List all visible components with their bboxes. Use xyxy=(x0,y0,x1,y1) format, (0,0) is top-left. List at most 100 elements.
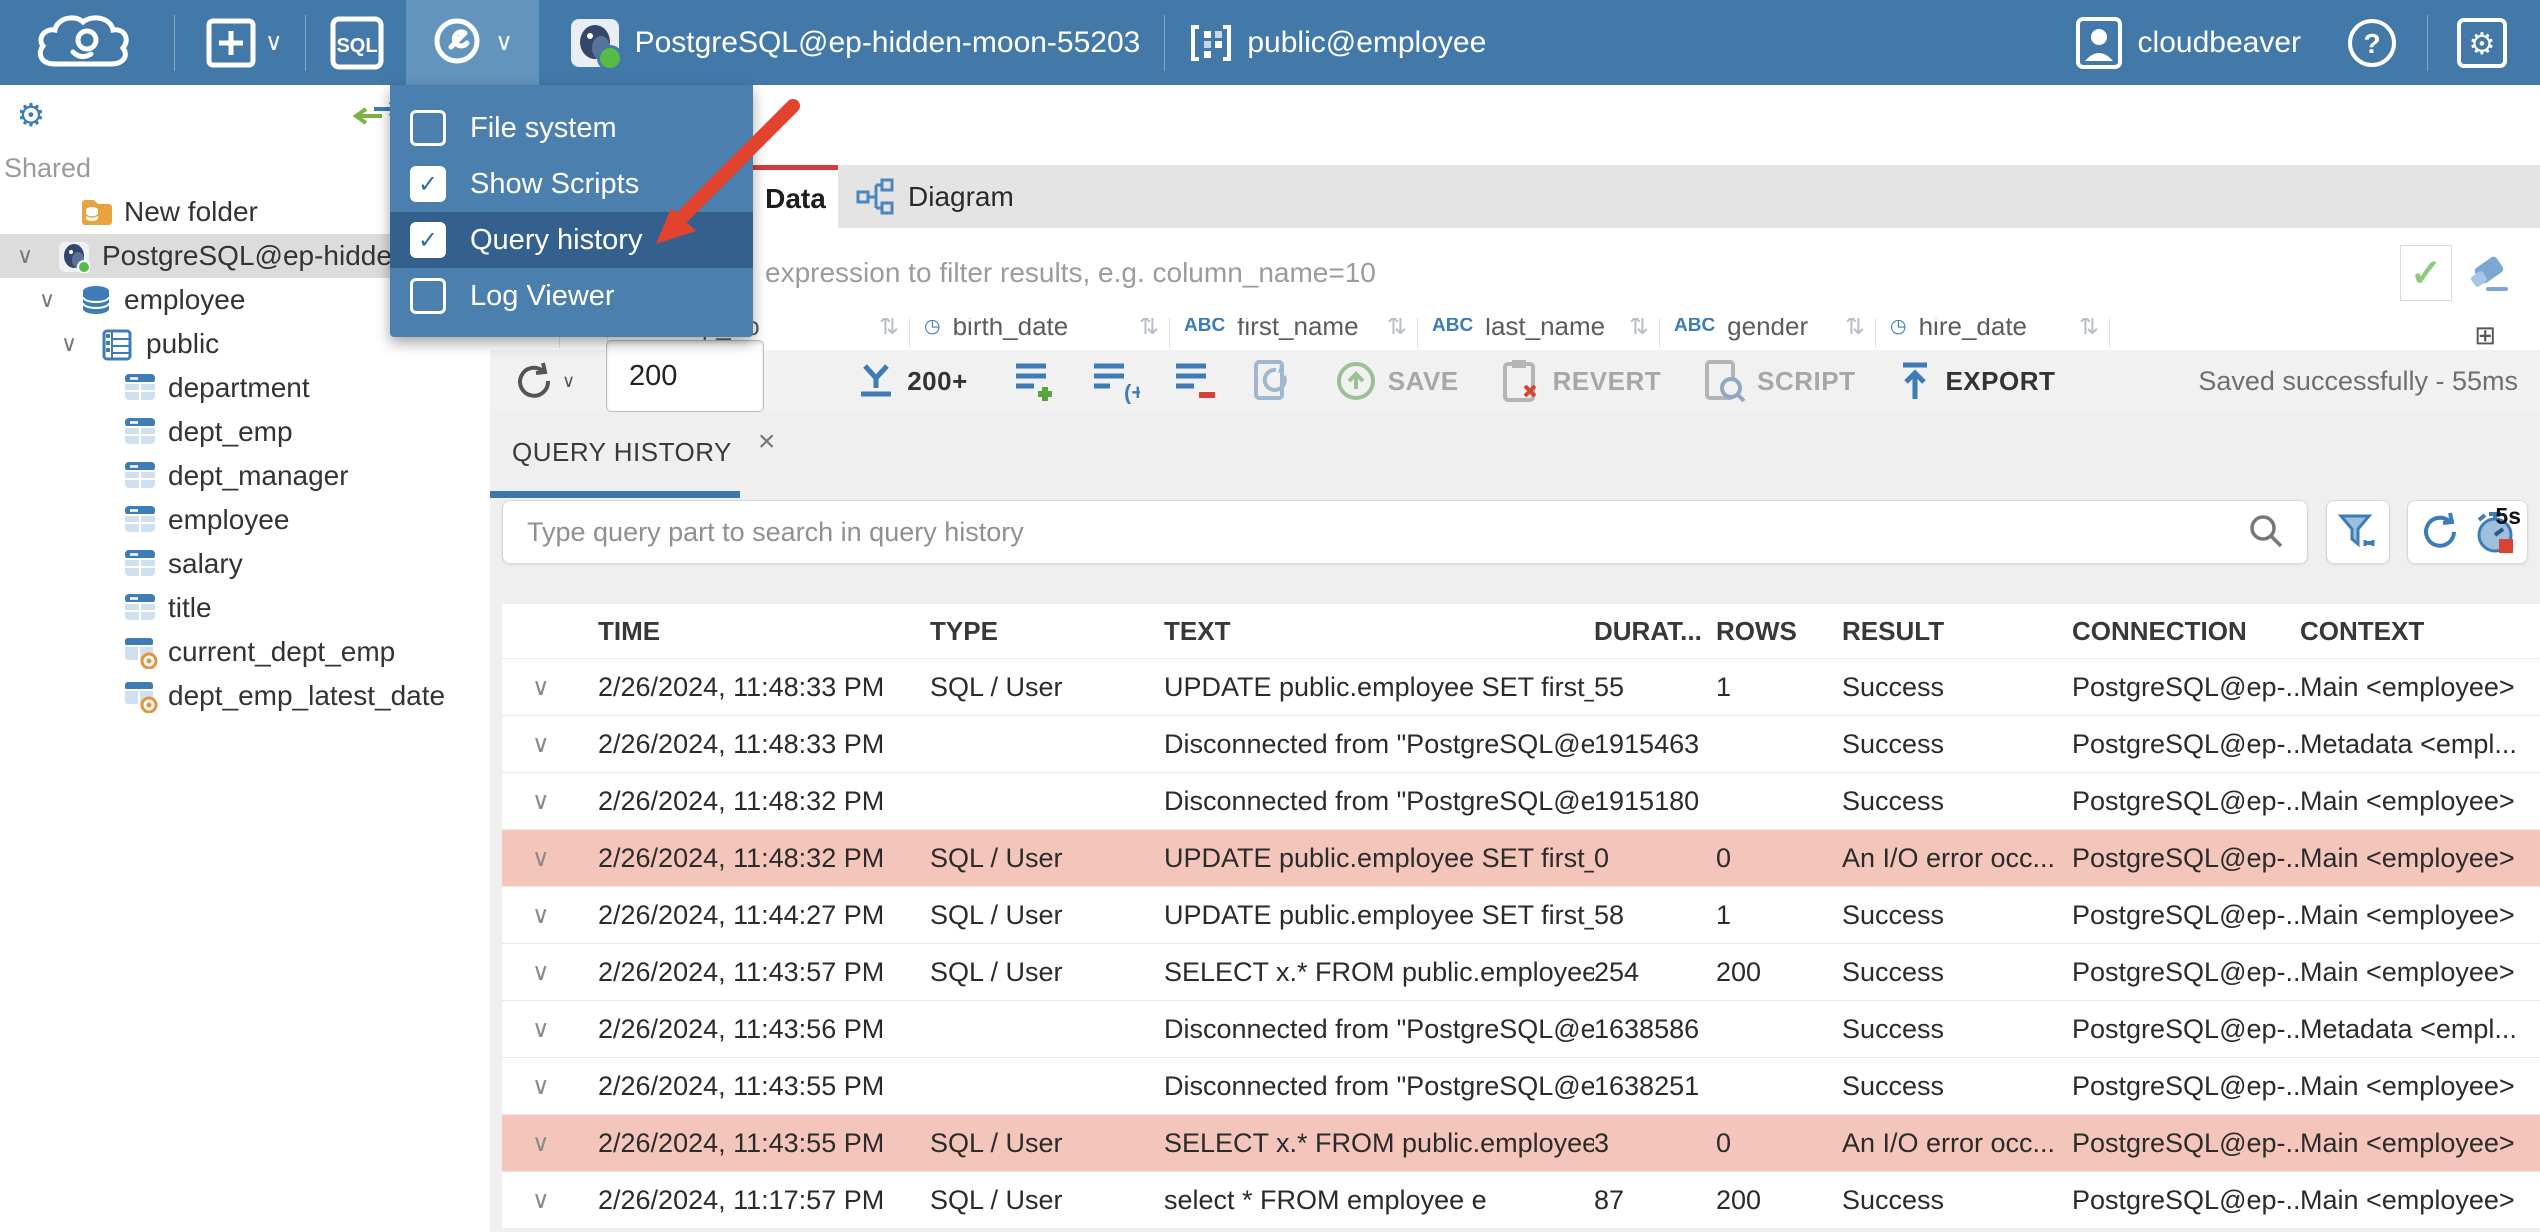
expand-chevron-icon[interactable]: ∨ xyxy=(502,958,598,987)
auto-apply-button[interactable] xyxy=(1250,358,1294,404)
sql-editor-button[interactable]: SQL xyxy=(328,0,386,85)
grid-column-header-hire_date[interactable]: ◷ hire_date ⇅ xyxy=(1876,318,2110,348)
tree-item-dept-emp[interactable]: dept_emp xyxy=(0,410,490,454)
query-history-row[interactable]: ∨ 2/26/2024, 11:43:56 PM Disconnected from… xyxy=(502,1000,2540,1057)
tree-item-salary[interactable]: salary xyxy=(0,542,490,586)
grid-settings-icon[interactable]: ⊞ xyxy=(2474,320,2496,350)
apply-filter-button[interactable]: ✓ xyxy=(2400,245,2452,301)
refresh-button[interactable]: ∨ xyxy=(512,358,575,404)
query-history-row[interactable]: ∨ 2/26/2024, 11:44:27 PM SQL / User UPDATE … xyxy=(502,886,2540,943)
settings-button[interactable]: ⚙ xyxy=(2454,0,2510,85)
sort-icon[interactable]: ⇅ xyxy=(1139,318,1159,341)
schema-name: public@employee xyxy=(1247,25,1487,59)
stop-auto-refresh-indicator xyxy=(2499,539,2513,553)
tab-diagram[interactable]: Diagram xyxy=(838,165,1044,228)
header-divider xyxy=(2427,14,2428,71)
cloudbeaver-logo-icon[interactable] xyxy=(28,0,138,85)
sort-icon[interactable]: ⇅ xyxy=(2079,318,2099,341)
connection-selector[interactable]: PostgreSQL@ep-hidden-moon-55203 xyxy=(570,18,1140,71)
checkbox-checked-icon[interactable]: ✓ xyxy=(410,166,446,202)
query-history-row[interactable]: ∨ 2/26/2024, 11:43:55 PM Disconnected from… xyxy=(502,1057,2540,1114)
schema-selector[interactable]: public@employee xyxy=(1189,21,1486,65)
grid-column-header-last_name[interactable]: ABC last_name ⇅ xyxy=(1418,318,1660,348)
filter-expression-input[interactable] xyxy=(490,242,2400,304)
sort-icon[interactable]: ⇅ xyxy=(1387,318,1407,341)
cell-result: Success xyxy=(1842,1070,1945,1101)
query-history-row[interactable]: ∨ 2/26/2024, 11:17:57 PM SQL / User select … xyxy=(502,1171,2540,1228)
expand-chevron-icon[interactable]: ∨ xyxy=(502,1186,598,1215)
checkbox-unchecked-icon[interactable] xyxy=(410,110,446,146)
expand-chevron-icon[interactable]: ∨ xyxy=(502,1015,598,1044)
column-header-rows[interactable]: ROWS xyxy=(1716,616,1842,647)
new-object-button[interactable]: ∨ xyxy=(205,0,283,85)
expand-chevron-icon[interactable]: ∨ xyxy=(502,844,598,873)
expand-chevron-icon[interactable]: ∨ xyxy=(502,787,598,816)
query-history-filter-button[interactable] xyxy=(2326,500,2390,564)
column-header-type[interactable]: TYPE xyxy=(930,616,1164,647)
row-limit-input[interactable] xyxy=(606,340,764,412)
script-button[interactable]: SCRIPT xyxy=(1701,358,1855,404)
delete-row-button[interactable] xyxy=(1172,358,1218,404)
query-history-row[interactable]: ∨ 2/26/2024, 11:48:33 PM Disconnected from… xyxy=(502,715,2540,772)
fetch-more-button[interactable]: 200+ xyxy=(855,360,968,402)
tree-item-dept-emp-latest-date[interactable]: dept_emp_latest_date xyxy=(0,674,490,718)
query-history-row[interactable]: ∨ 2/26/2024, 11:48:32 PM Disconnected from… xyxy=(502,772,2540,829)
grid-column-header-birth_date[interactable]: ◷ birth_date ⇅ xyxy=(910,318,1170,348)
sort-icon[interactable]: ⇅ xyxy=(879,318,899,341)
clock-type-icon: ◷ xyxy=(1890,318,1907,337)
export-button[interactable]: EXPORT xyxy=(1895,359,2055,403)
query-history-row[interactable]: ∨ 2/26/2024, 11:48:32 PM SQL / User UPDATE … xyxy=(502,829,2540,886)
tree-item-dept-manager[interactable]: dept_manager xyxy=(0,454,490,498)
checkbox-unchecked-icon[interactable] xyxy=(410,278,446,314)
expand-chevron-icon[interactable]: ∨ xyxy=(502,1129,598,1158)
column-header-connection[interactable]: CONNECTION xyxy=(2072,616,2300,647)
menu-item-file-system[interactable]: File system xyxy=(390,100,753,156)
postgres-icon xyxy=(58,241,92,274)
menu-item-show-scripts[interactable]: ✓ Show Scripts xyxy=(390,156,753,212)
column-header-context[interactable]: CONTEXT xyxy=(2300,616,2540,647)
sort-icon[interactable]: ⇅ xyxy=(1629,318,1649,341)
query-history-row[interactable]: ∨ 2/26/2024, 11:48:33 PM SQL / User UPDATE … xyxy=(502,658,2540,715)
duplicate-row-button[interactable]: (+) xyxy=(1090,358,1140,404)
query-history-tab[interactable]: QUERY HISTORY × xyxy=(490,412,775,492)
add-row-button[interactable] xyxy=(1012,358,1058,404)
column-header-time[interactable]: TIME xyxy=(598,616,930,647)
svg-text:⚙: ⚙ xyxy=(17,99,46,133)
tree-item-title[interactable]: title xyxy=(0,586,490,630)
query-history-search-input[interactable] xyxy=(503,515,2247,549)
schema-icon xyxy=(1191,24,1232,61)
revert-button[interactable]: REVERT xyxy=(1499,358,1661,404)
checkbox-checked-icon[interactable]: ✓ xyxy=(410,222,446,258)
query-history-row[interactable]: ∨ 2/26/2024, 11:43:57 PM SQL / User SELECT … xyxy=(502,943,2540,1000)
cell-connection: PostgreSQL@ep-... xyxy=(2072,1184,2300,1215)
menu-item-query-history[interactable]: ✓ Query history xyxy=(390,212,753,268)
query-history-refresh-button[interactable]: 5s xyxy=(2407,500,2528,564)
help-button[interactable]: ? xyxy=(2345,0,2399,85)
tools-menu-button[interactable]: ∨ xyxy=(405,0,539,85)
chevron-down-icon[interactable]: ∨ xyxy=(61,331,102,357)
expand-chevron-icon[interactable]: ∨ xyxy=(502,730,598,759)
column-header-durat[interactable]: DURAT... xyxy=(1594,616,1716,647)
tree-item-employee[interactable]: employee xyxy=(0,498,490,542)
menu-item-log-viewer[interactable]: Log Viewer xyxy=(390,268,753,324)
tree-item-department[interactable]: department xyxy=(0,366,490,410)
expand-chevron-icon[interactable]: ∨ xyxy=(502,901,598,930)
column-header-text[interactable]: TEXT xyxy=(1164,616,1594,647)
chevron-down-icon[interactable]: ∨ xyxy=(39,287,80,313)
grid-column-header-first_name[interactable]: ABC first_name ⇅ xyxy=(1170,318,1418,348)
clear-filter-eraser-icon[interactable] xyxy=(2468,251,2514,295)
navigator-settings-gear-icon[interactable]: ⚙ xyxy=(14,99,48,133)
tree-item-current-dept-emp[interactable]: current_dept_emp xyxy=(0,630,490,674)
sort-icon[interactable]: ⇅ xyxy=(1845,318,1865,341)
expand-chevron-icon[interactable]: ∨ xyxy=(502,673,598,702)
save-button[interactable]: SAVE xyxy=(1334,359,1459,403)
cell-duration: 3 xyxy=(1594,1127,1610,1158)
column-header-result[interactable]: RESULT xyxy=(1842,616,2072,647)
query-history-row[interactable]: ∨ 2/26/2024, 11:43:55 PM SQL / User SELECT … xyxy=(502,1114,2540,1171)
expand-chevron-icon[interactable]: ∨ xyxy=(502,1072,598,1101)
close-icon[interactable]: × xyxy=(758,425,776,459)
user-menu[interactable]: cloudbeaver xyxy=(2074,15,2301,71)
tab-data[interactable]: Data xyxy=(753,165,838,228)
chevron-down-icon[interactable]: ∨ xyxy=(17,243,58,269)
grid-column-header-gender[interactable]: ABC gender ⇅ xyxy=(1660,318,1876,348)
